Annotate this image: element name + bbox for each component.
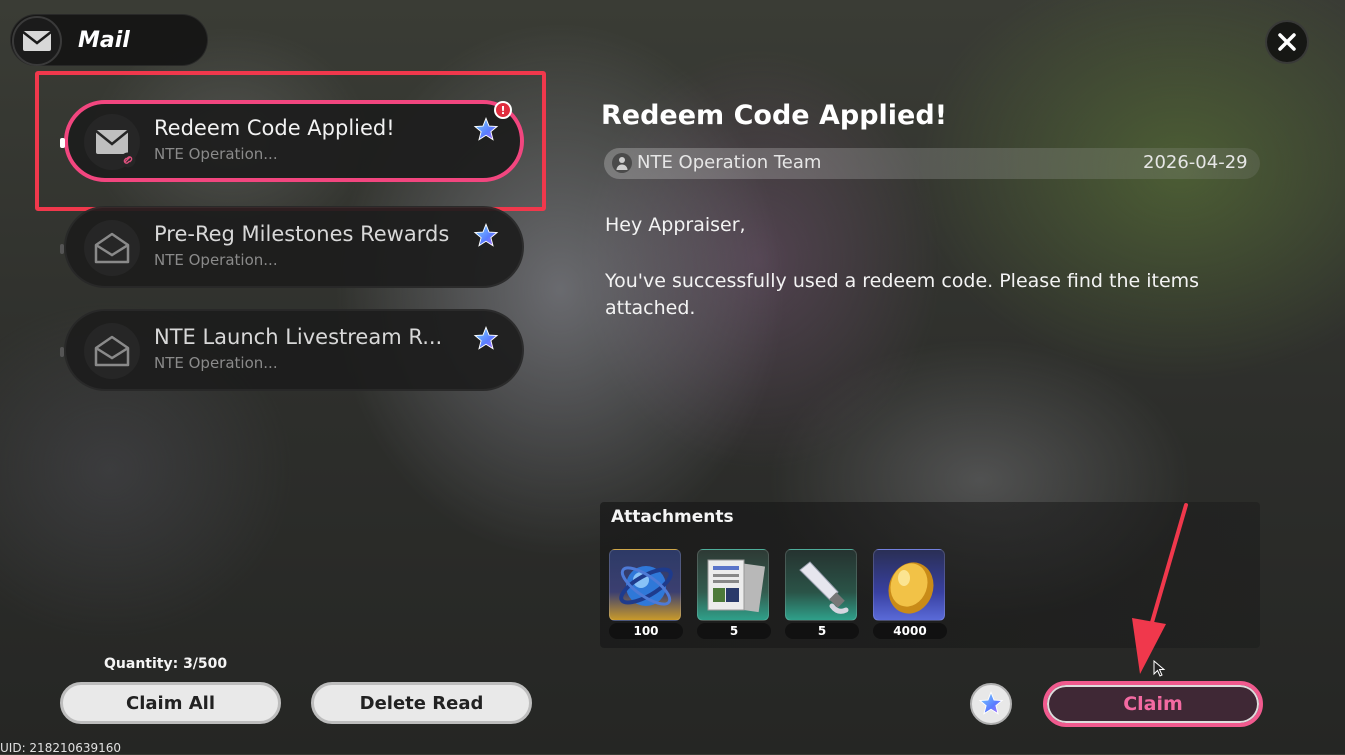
notch <box>60 138 65 148</box>
mail-body: You've successfully used a redeem code. … <box>605 270 1200 319</box>
mail-item-sender: NTE Operation... <box>154 251 278 269</box>
blue-orb-icon <box>609 549 681 621</box>
document-icon <box>697 549 769 621</box>
attachment-qty: 4000 <box>873 623 947 639</box>
mail-item-title: Redeem Code Applied! <box>154 116 395 140</box>
mail-quantity: Quantity: 3/500 <box>104 656 228 672</box>
mail-date: 2026-04-29 <box>1143 152 1248 173</box>
mail-item-sender: NTE Operation... <box>154 354 278 372</box>
attachment-qty: 5 <box>697 623 771 639</box>
claim-all-button[interactable]: Claim All <box>60 682 281 724</box>
star-icon <box>472 116 500 148</box>
envelope-icon <box>12 16 62 66</box>
mail-detail-title: Redeem Code Applied! <box>601 100 948 131</box>
page-title: Mail <box>78 28 130 53</box>
envelope-open-icon <box>84 220 140 276</box>
gold-coin-icon <box>873 549 945 621</box>
unread-alert-badge: ! <box>494 101 512 119</box>
attachment-item[interactable]: 100 <box>609 549 683 639</box>
sender-name: NTE Operation Team <box>637 152 822 173</box>
mouse-cursor-icon <box>1153 660 1166 677</box>
mail-item-title: Pre-Reg Milestones Rewards <box>154 222 450 246</box>
star-icon <box>472 325 500 357</box>
mail-item-pre-reg[interactable]: Pre-Reg Milestones Rewards NTE Operation… <box>60 206 524 288</box>
close-icon <box>1278 33 1296 51</box>
attachment-qty: 5 <box>785 623 859 639</box>
attachment-item[interactable]: 5 <box>785 549 859 639</box>
user-icon <box>612 153 632 173</box>
star-icon <box>978 691 1004 715</box>
attachments-title: Attachments <box>611 507 734 527</box>
mail-item-redeem-code[interactable]: Redeem Code Applied! NTE Operation... <box>60 100 524 182</box>
star-favorite-button[interactable] <box>970 683 1012 725</box>
attachment-qty: 100 <box>609 623 683 639</box>
notch <box>60 244 64 254</box>
link-icon <box>120 152 136 172</box>
close-button[interactable] <box>1265 20 1309 64</box>
attachment-item[interactable]: 4000 <box>873 549 947 639</box>
mail-item-sender: NTE Operation... <box>154 145 278 163</box>
star-icon <box>472 222 500 254</box>
tube-icon <box>785 549 857 621</box>
notch <box>60 347 64 357</box>
attachment-item[interactable]: 5 <box>697 549 771 639</box>
mail-greeting: Hey Appraiser, <box>605 214 746 236</box>
delete-read-button[interactable]: Delete Read <box>311 682 532 724</box>
uid-label: UID: 218210639160 <box>0 741 122 755</box>
mail-item-livestream[interactable]: NTE Launch Livestream R... NTE Operation… <box>60 309 524 391</box>
mail-item-title: NTE Launch Livestream R... <box>154 325 443 349</box>
envelope-open-icon <box>84 323 140 379</box>
